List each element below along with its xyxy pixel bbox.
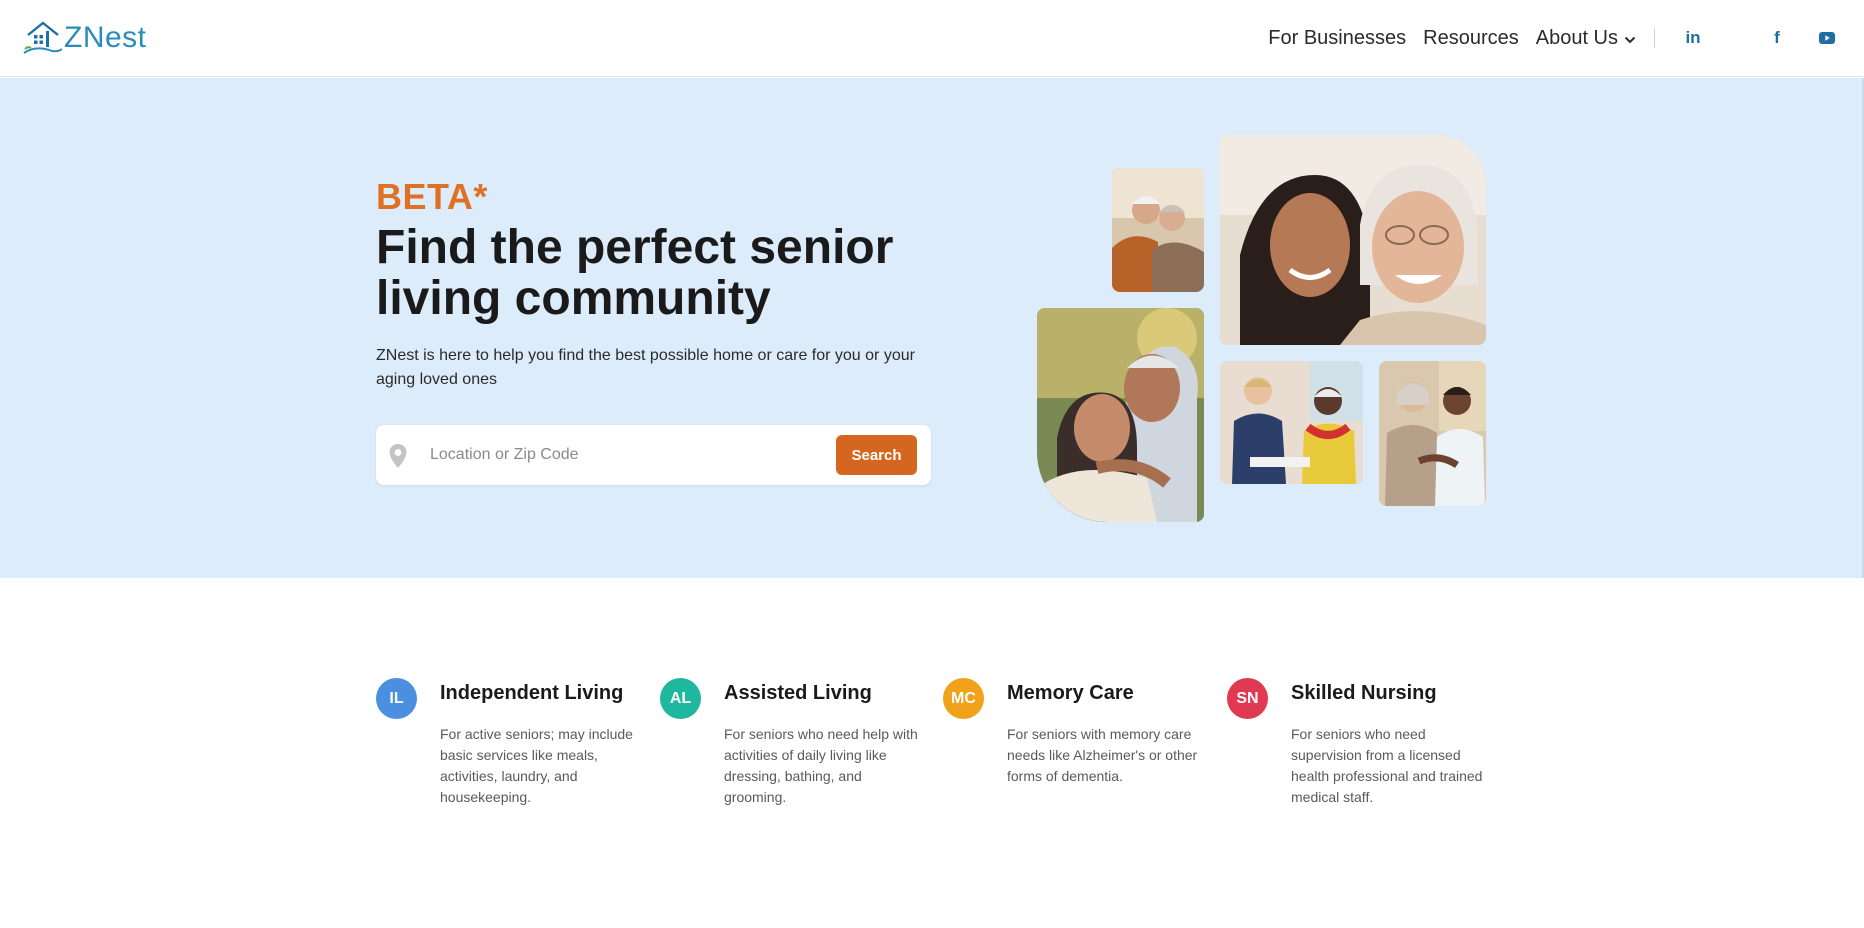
search-button[interactable]: Search: [836, 435, 917, 475]
care-description: For active seniors; may include basic se…: [440, 726, 633, 805]
chevron-down-icon: [1624, 36, 1636, 43]
care-description: For seniors with memory care needs like …: [1007, 726, 1198, 784]
nav-about-us-label: About Us: [1535, 26, 1618, 49]
care-badge-il: IL: [376, 678, 417, 719]
care-title: Skilled Nursing: [1291, 682, 1437, 704]
main-nav: For Businesses Resources About Us in f: [1268, 24, 1864, 52]
care-description: For seniors who need supervision from a …: [1291, 726, 1483, 805]
photo-caregiver-and-senior-woman: [1220, 135, 1486, 345]
photo-senior-couple-small: [1112, 168, 1204, 292]
care-badge-mc: MC: [943, 678, 984, 719]
logo-house-icon: [23, 21, 62, 54]
youtube-icon[interactable]: [1815, 26, 1839, 50]
nav-for-businesses[interactable]: For Businesses: [1268, 27, 1406, 50]
location-search-bar: Search: [376, 425, 931, 485]
nav-about-us[interactable]: About Us: [1536, 27, 1636, 50]
care-title: Independent Living: [440, 682, 624, 704]
hero-subtitle: ZNest is here to help you find the best …: [376, 347, 915, 388]
nav-resources[interactable]: Resources: [1423, 27, 1519, 50]
beta-badge: BETA*: [376, 176, 488, 217]
logo-text: ZNest: [64, 21, 147, 54]
site-header: ZNest For Businesses Resources About Us …: [0, 0, 1864, 77]
nav-divider: [1654, 28, 1655, 48]
photo-caregiver-helping-senior: [1379, 361, 1486, 506]
hero-title: Find the perfect senior living community: [376, 221, 894, 325]
location-search-input[interactable]: [430, 437, 800, 473]
hero-section: [0, 78, 1864, 578]
care-description: For seniors who need help with activitie…: [724, 726, 918, 805]
photo-embracing-senior-couple: [1037, 308, 1204, 522]
care-badge-sn: SN: [1227, 678, 1268, 719]
photo-nurse-with-senior: [1220, 361, 1363, 484]
znest-logo[interactable]: ZNest: [22, 18, 147, 58]
care-title: Memory Care: [1007, 682, 1134, 704]
linkedin-icon[interactable]: in: [1681, 26, 1705, 50]
care-title: Assisted Living: [724, 682, 872, 704]
location-pin-icon: [389, 444, 407, 468]
care-badge-al: AL: [660, 678, 701, 719]
facebook-icon[interactable]: f: [1765, 26, 1789, 50]
